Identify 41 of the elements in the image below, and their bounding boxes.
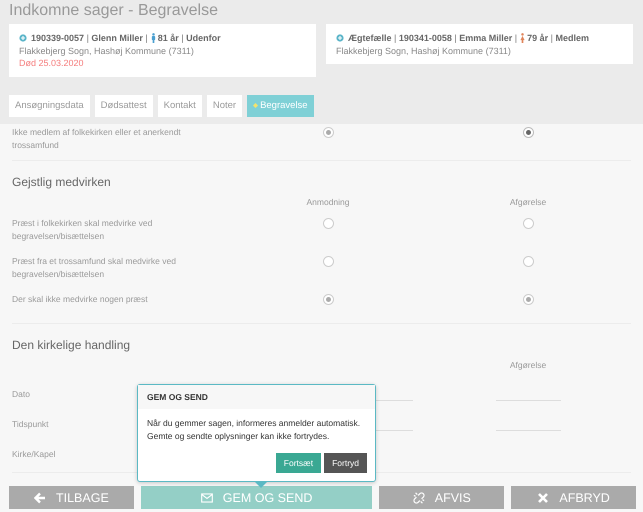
tab[interactable]: Kontakt	[158, 94, 202, 116]
tab[interactable]: Dødsattest	[94, 94, 153, 116]
footer-button[interactable]: AFBRYD	[511, 486, 636, 509]
close-icon	[537, 492, 550, 504]
page-title: Indkomne sager - Begravelse	[9, 2, 219, 21]
popover-text: Når du gemmer sagen, informeres anmelder automatisk. Gemte og sendte oplysninger kan ikke fortrydes.	[146, 417, 362, 443]
footer-button[interactable]: AFVIS	[379, 486, 504, 509]
address-text: Flakkebjerg Sogn, Hashøj Kommune (7311)	[19, 44, 195, 57]
person-identity: 190339-0057 | Glenn Miller |	[31, 32, 148, 44]
radio-button[interactable]	[522, 126, 534, 138]
footer-button[interactable]: GEM OG SEND	[140, 486, 372, 509]
field-label: Dato	[12, 388, 30, 401]
person-identity: Ægtefælle | 190341-0058 | Emma Miller |	[348, 32, 518, 44]
address-text: Flakkebjerg Sogn, Hashøj Kommune (7311)	[336, 44, 512, 57]
plus-circle-icon[interactable]	[336, 34, 344, 42]
field-label: Præst i folkekirken skal medvirke ved begravelsen/bisættelsen	[12, 216, 154, 242]
column-header: Anmodning	[306, 196, 350, 206]
field-label: Tidspunkt	[12, 418, 49, 431]
field-label: Præst fra et trossamfund skal medvirke ved begravelsen/bisættelsen	[12, 254, 177, 280]
age-membership: 79 år | Medlem	[527, 32, 590, 44]
column-header: Afgørelse	[510, 196, 546, 206]
envelope-icon	[200, 492, 213, 504]
age-membership: 81 år | Udenfor	[158, 32, 221, 44]
tab[interactable]: Noter	[206, 94, 242, 116]
section-heading: Den kirkelige handling	[12, 338, 130, 352]
section-heading: Gejstlig medvirken	[12, 174, 111, 188]
arrow-left-icon	[34, 492, 46, 504]
plus-circle-icon[interactable]	[19, 34, 27, 42]
tab[interactable]: Begravelse	[247, 94, 314, 116]
column-header: Afgørelse	[510, 360, 546, 370]
field-label: Der skal ikke medvirke nogen præst	[12, 292, 148, 306]
popover-button[interactable]: Fortsæt	[276, 453, 322, 473]
field-label: Kirke/Kapel	[12, 448, 56, 461]
broken-link-icon	[412, 492, 425, 504]
death-date: Død 25.03.2020	[19, 57, 85, 70]
diamond-icon	[253, 103, 258, 108]
popover-button[interactable]: Fortryd	[324, 453, 367, 473]
field-label: Ikke medlem af folkekirken eller et anerkendt trossamfund	[12, 126, 182, 152]
tab[interactable]: Ansøgningsdata	[9, 94, 90, 116]
popover-title: GEM OG SEND	[138, 385, 375, 409]
footer-button[interactable]: TILBAGE	[9, 486, 134, 509]
